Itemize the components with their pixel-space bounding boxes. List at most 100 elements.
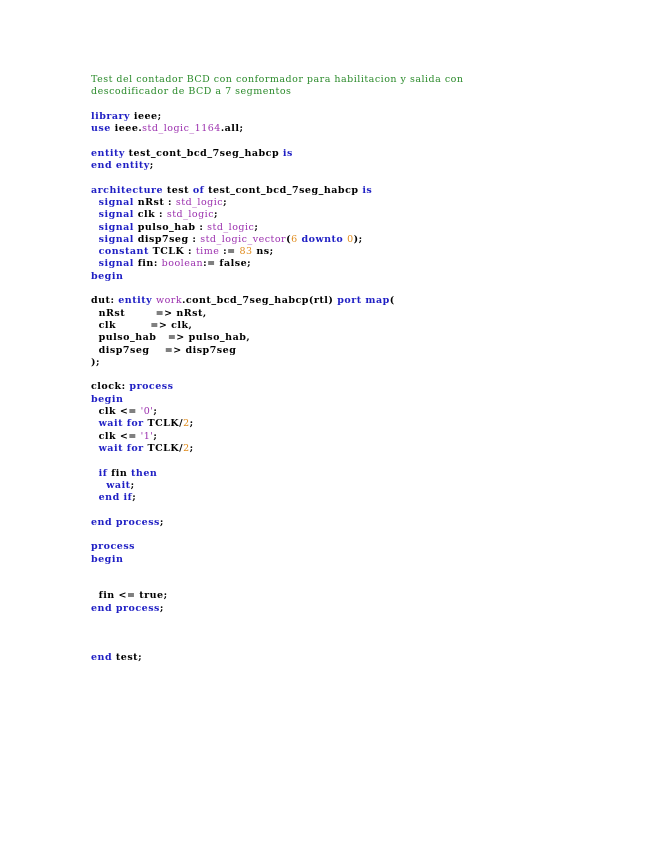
- code-line: );: [91, 357, 631, 369]
- code-token-plain: pulso_hab :: [133, 221, 208, 233]
- code-token-plain: clk <=: [91, 430, 141, 442]
- code-line: end process;: [91, 603, 631, 615]
- code-token-keyword: architecture: [91, 184, 164, 196]
- code-line: library ieee;: [91, 111, 631, 123]
- code-token-plain: ns;: [252, 246, 274, 258]
- code-token-comment: descodificador de BCD a 7 segmentos: [91, 86, 292, 98]
- code-line: ​: [91, 455, 631, 467]
- code-line: fin <= true;: [91, 590, 631, 602]
- code-token-type: std_logic_vector: [200, 233, 287, 245]
- code-token-plain: TCLK :: [148, 246, 196, 258]
- code-line: entity test_cont_bcd_7seg_habcp is: [91, 148, 631, 160]
- code-token-plain: clk :: [133, 209, 167, 221]
- code-token-plain: nRst :: [133, 196, 176, 208]
- code-token-keyword: library: [91, 110, 131, 122]
- code-token-plain: );: [91, 356, 101, 368]
- code-token-plain: ;: [254, 221, 259, 233]
- code-token-type: work: [155, 295, 183, 307]
- code-token-plain: ieee;: [130, 110, 162, 122]
- code-token-plain: TCLK/: [143, 418, 184, 430]
- code-token-keyword: signal: [98, 221, 134, 233]
- code-line: begin: [91, 271, 631, 283]
- code-line: use ieee.std_logic_1164.all;: [91, 123, 631, 135]
- code-token-plain: pulso_hab => pulso_hab,: [91, 332, 251, 344]
- code-token-plain: ieee.: [110, 123, 143, 135]
- code-token-plain: clk => clk,: [91, 319, 193, 331]
- code-token-type: std_logic: [166, 209, 215, 221]
- code-token-keyword: wait: [106, 479, 131, 491]
- code-token-keyword: process: [129, 381, 174, 393]
- code-token-plain: clk <=: [91, 406, 141, 418]
- code-line: ​: [91, 504, 631, 516]
- code-token-keyword: of: [192, 184, 205, 196]
- code-token-plain: fin:: [133, 258, 162, 270]
- code-line: ​: [91, 627, 631, 639]
- code-token-plain: dut:: [91, 295, 119, 307]
- code-token-plain: fin <= true;: [91, 590, 168, 602]
- code-token-keyword: port map: [337, 295, 390, 307]
- code-token-plain: nRst => nRst,: [91, 307, 207, 319]
- code-token-keyword: entity: [118, 295, 153, 307]
- code-token-keyword: wait for: [98, 442, 144, 454]
- code-token-plain: ;: [130, 479, 135, 491]
- code-token-type: std_logic: [207, 221, 255, 233]
- code-token-keyword: signal: [98, 233, 134, 245]
- code-line: Test del contador BCD con conformador pa…: [91, 74, 631, 86]
- code-token-plain: :=: [219, 246, 240, 258]
- code-line: wait for TCLK/2;: [91, 418, 631, 430]
- code-token-keyword: signal: [98, 196, 134, 208]
- code-line: descodificador de BCD a 7 segmentos: [91, 86, 631, 98]
- code-line: begin: [91, 554, 631, 566]
- code-token-string: '1': [140, 430, 154, 442]
- code-token-plain: test;: [112, 651, 143, 663]
- code-token-comment: Test del contador BCD con conformador pa…: [91, 74, 464, 85]
- code-token-plain: ;: [159, 602, 164, 614]
- code-token-plain: ;: [153, 430, 158, 442]
- code-line: constant TCLK : time := 83 ns;: [91, 246, 631, 258]
- code-line: signal clk : std_logic;: [91, 209, 631, 221]
- code-token-keyword: is: [282, 147, 293, 159]
- code-line: wait for TCLK/2;: [91, 443, 631, 455]
- code-line: wait;: [91, 480, 631, 492]
- code-line: ​: [91, 135, 631, 147]
- code-line: clock: process: [91, 381, 631, 393]
- code-token-plain: ;: [132, 492, 137, 504]
- code-line: signal nRst : std_logic;: [91, 197, 631, 209]
- code-token-type: boolean: [161, 258, 204, 270]
- code-token-keyword: begin: [91, 553, 124, 565]
- code-token-type: time: [195, 246, 220, 258]
- code-token-plain: clock:: [91, 381, 130, 393]
- code-token-keyword: signal: [98, 209, 134, 221]
- code-token-plain: TCLK/: [143, 442, 184, 454]
- code-line: if fin then: [91, 468, 631, 480]
- code-token-keyword: end process: [91, 516, 160, 528]
- code-line: ​: [91, 640, 631, 652]
- code-token-plain: := false;: [203, 258, 252, 270]
- code-token-plain: test: [163, 184, 193, 196]
- code-token-plain: ;: [159, 516, 164, 528]
- code-token-type: std_logic_1164: [142, 123, 221, 135]
- code-token-plain: disp7seg :: [133, 233, 201, 245]
- code-line: clk <= '1';: [91, 431, 631, 443]
- code-line: pulso_hab => pulso_hab,: [91, 332, 631, 344]
- code-line: nRst => nRst,: [91, 308, 631, 320]
- code-token-keyword: process: [91, 541, 136, 553]
- code-line: clk => clk,: [91, 320, 631, 332]
- code-token-plain: .all;: [220, 123, 244, 135]
- code-line: end process;: [91, 517, 631, 529]
- code-line: signal disp7seg : std_logic_vector(6 dow…: [91, 234, 631, 246]
- code-token-plain: (: [389, 295, 395, 307]
- code-line: end entity;: [91, 160, 631, 172]
- code-token-keyword: begin: [91, 270, 124, 282]
- code-token-plain: .cont_bcd_7seg_habcp(rtl): [182, 295, 338, 307]
- code-token-keyword: wait for: [98, 418, 144, 430]
- code-token-plain: );: [353, 233, 363, 245]
- code-token-keyword: end entity: [91, 160, 150, 172]
- code-line: disp7seg => disp7seg: [91, 345, 631, 357]
- code-line: ​: [91, 99, 631, 111]
- code-line: end test;: [91, 652, 631, 664]
